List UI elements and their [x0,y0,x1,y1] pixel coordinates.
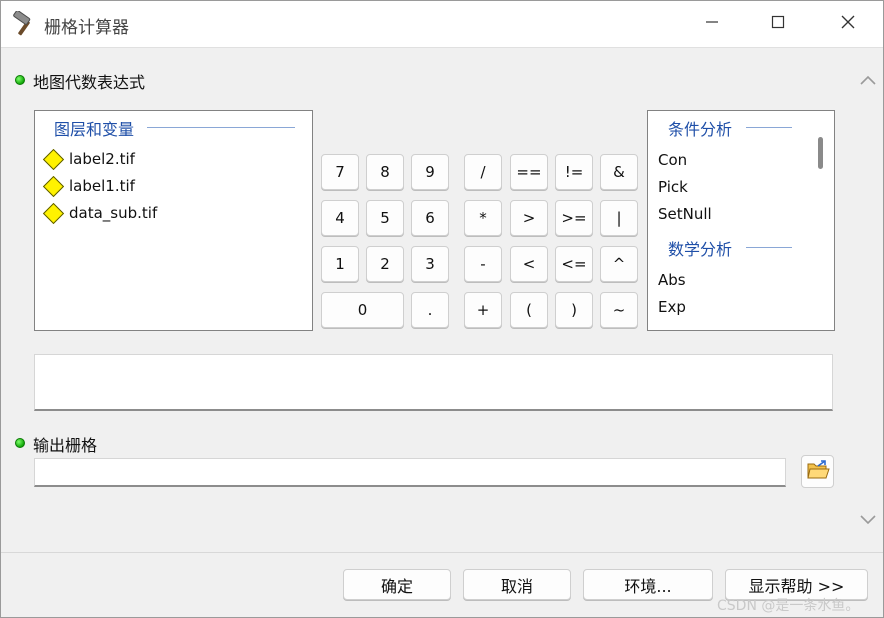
raster-calculator-window: 栅格计算器 地图代数表达式 图层和变量 label2.tif label1.ti… [0,0,884,618]
key-5[interactable]: 5 [366,200,404,236]
close-icon [841,15,855,33]
window-title: 栅格计算器 [44,18,129,38]
key-or[interactable]: | [600,200,638,236]
conditional-group-title: 条件分析 [668,116,737,140]
key-multiply[interactable]: * [464,200,502,236]
title-bar: 栅格计算器 [1,1,883,47]
key-less-equal[interactable]: <= [555,246,593,282]
key-xor[interactable]: ^ [600,246,638,282]
key-6[interactable]: 6 [411,200,449,236]
layers-variables-list[interactable]: 图层和变量 label2.tif label1.tif data_sub.tif [34,110,313,331]
math-group-title: 数学分析 [668,236,737,260]
key-close-paren[interactable]: ) [555,292,593,328]
key-0[interactable]: 0 [321,292,404,328]
watermark-text: CSDN @是一条水鱼。 [717,598,860,614]
group-divider [746,127,792,128]
hammer-icon [11,10,37,37]
maximize-button[interactable] [743,1,813,47]
key-9[interactable]: 9 [411,154,449,190]
key-and[interactable]: & [600,154,638,190]
function-item-con[interactable]: Con [658,151,687,169]
chevron-down-icon[interactable] [857,508,879,530]
footer-divider [1,552,883,553]
list-item-layer[interactable]: label1.tif [42,174,135,198]
cancel-button[interactable]: 取消 [463,569,571,600]
key-minus[interactable]: - [464,246,502,282]
ok-button[interactable]: 确定 [343,569,451,600]
minimize-icon [705,15,719,33]
raster-layer-icon [42,202,65,224]
environments-button[interactable]: 环境... [583,569,713,600]
key-decimal[interactable]: . [411,292,449,328]
key-2[interactable]: 2 [366,246,404,282]
function-item-exp[interactable]: Exp [658,298,686,316]
open-folder-icon [806,459,830,485]
function-item-setnull[interactable]: SetNull [658,205,712,223]
key-not[interactable]: ~ [600,292,638,328]
function-list[interactable]: 条件分析 Con Pick SetNull 数学分析 Abs Exp [647,110,835,331]
status-dot-icon [15,438,25,448]
layer-name: label2.tif [69,150,135,168]
key-less[interactable]: < [510,246,548,282]
raster-layer-icon [42,175,65,197]
function-item-pick[interactable]: Pick [658,178,688,196]
status-dot-icon [15,75,25,85]
key-greater[interactable]: > [510,200,548,236]
key-1[interactable]: 1 [321,246,359,282]
group-divider [746,247,792,248]
key-7[interactable]: 7 [321,154,359,190]
scrollbar-thumb[interactable] [818,137,823,169]
expression-textbox[interactable] [34,354,833,411]
key-4[interactable]: 4 [321,200,359,236]
list-item-layer[interactable]: data_sub.tif [42,201,158,225]
key-equal[interactable]: == [510,154,548,190]
key-not-equal[interactable]: != [555,154,593,190]
list-item-layer[interactable]: label2.tif [42,147,135,171]
key-plus[interactable]: + [464,292,502,328]
close-button[interactable] [813,1,883,47]
layer-name: data_sub.tif [69,204,158,222]
output-raster-label: 输出栅格 [33,436,98,455]
maximize-icon [771,15,785,33]
layer-name: label1.tif [69,177,135,195]
key-open-paren[interactable]: ( [510,292,548,328]
browse-button[interactable] [801,455,834,488]
raster-layer-icon [42,148,65,170]
dialog-content: 地图代数表达式 图层和变量 label2.tif label1.tif data… [1,48,853,552]
group-divider [147,127,295,128]
minimize-button[interactable] [677,1,747,47]
chevron-up-icon[interactable] [857,70,879,92]
output-raster-input[interactable] [34,458,786,487]
layers-group-title: 图层和变量 [54,116,139,140]
key-divide[interactable]: / [464,154,502,190]
key-3[interactable]: 3 [411,246,449,282]
key-greater-equal[interactable]: >= [555,200,593,236]
key-8[interactable]: 8 [366,154,404,190]
dialog-scrollbar[interactable] [853,48,883,552]
function-list-scrollbar[interactable] [808,111,834,330]
function-item-abs[interactable]: Abs [658,271,686,289]
map-algebra-label: 地图代数表达式 [33,73,146,92]
